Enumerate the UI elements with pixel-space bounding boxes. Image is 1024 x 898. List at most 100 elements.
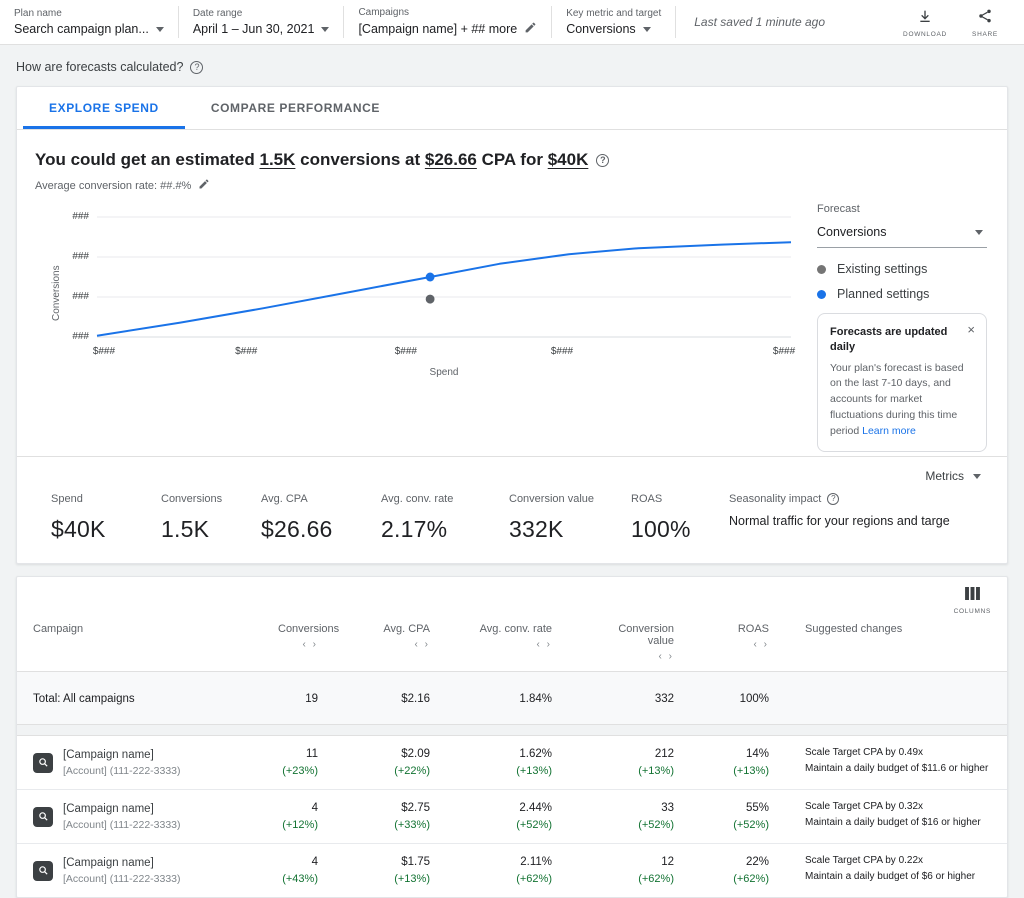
column-header-campaign: Campaign (17, 617, 262, 672)
cell-delta: (+13%) (358, 873, 430, 885)
chart-plot: ############ (97, 217, 791, 337)
cell-avg-cpa: $2.09 (358, 748, 430, 760)
legend-label: Planned settings (837, 287, 929, 301)
plan-name-field[interactable]: Plan name Search campaign plan... (14, 8, 164, 36)
y-axis-tick: ### (55, 251, 89, 262)
cell-conversions: 11 (278, 748, 318, 760)
campaigns-table: Campaign Conversions‹ › Avg. CPA‹ › Avg.… (17, 617, 1008, 897)
download-icon (917, 8, 933, 29)
divider (343, 6, 344, 38)
cell-delta: (+52%) (470, 819, 552, 831)
date-range-field[interactable]: Date range April 1 – Jun 30, 2021 (193, 8, 330, 36)
total-avg-cpa: $2.16 (401, 693, 430, 705)
divider (675, 6, 676, 38)
cell-conversions: 4 (278, 856, 318, 868)
campaigns-value: [Campaign name] + ## more (358, 22, 517, 36)
key-metric-field[interactable]: Key metric and target Conversions (566, 8, 661, 36)
metric-value: 2.17% (381, 516, 509, 543)
legend-existing-settings: Existing settings (817, 262, 987, 276)
cell-avg-conv-rate: 2.44% (470, 802, 552, 814)
column-header-avg-conv-rate[interactable]: Avg. conv. rate‹ › (454, 617, 576, 672)
x-axis-tick: $### (93, 346, 115, 357)
last-saved-text: Last saved 1 minute ago (694, 15, 825, 29)
forecast-metric-select[interactable]: Conversions (817, 222, 987, 248)
cell-conversion-value: 12 (592, 856, 674, 868)
metrics-menu-label: Metrics (925, 469, 964, 483)
cell-delta: (+62%) (592, 873, 674, 885)
campaign-name[interactable]: [Campaign name] (63, 803, 181, 815)
legend-label: Existing settings (837, 262, 927, 276)
metric-avg-cpa: Avg. CPA $26.66 (261, 493, 381, 543)
sort-icon[interactable]: ‹ › (278, 639, 318, 650)
chart-area: Conversions ############ $###$###$###$##… (33, 203, 791, 452)
metric-label: Conversions (161, 493, 261, 505)
column-header-roas[interactable]: ROAS‹ › (698, 617, 793, 672)
headline-conversions: 1.5K (260, 150, 296, 169)
metrics-menu-button[interactable]: Metrics (925, 469, 981, 483)
cell-roas: 14% (714, 748, 769, 760)
metric-conversions: Conversions 1.5K (161, 493, 261, 543)
campaigns-field[interactable]: Campaigns [Campaign name] + ## more (358, 7, 537, 37)
column-header-conversions[interactable]: Conversions‹ › (262, 617, 342, 672)
metric-label: Spend (51, 493, 161, 505)
help-icon[interactable]: ? (596, 154, 609, 167)
metric-value: $40K (51, 516, 161, 543)
tab-bar: EXPLORE SPEND COMPARE PERFORMANCE (17, 87, 1007, 130)
share-button[interactable]: SHARE (958, 6, 1012, 38)
cell-delta: (+62%) (470, 873, 552, 885)
cell-delta: (+62%) (714, 873, 769, 885)
plan-name-label: Plan name (14, 8, 164, 19)
headline-text: CPA for (477, 150, 548, 169)
account-name: [Account] (111-222-3333) (63, 819, 181, 831)
learn-more-link[interactable]: Learn more (862, 425, 916, 437)
cell-roas: 55% (714, 802, 769, 814)
search-campaign-icon[interactable] (33, 753, 53, 773)
planned-settings-point[interactable] (426, 273, 435, 282)
column-header-avg-cpa[interactable]: Avg. CPA‹ › (342, 617, 454, 672)
tab-explore-spend[interactable]: EXPLORE SPEND (23, 87, 185, 129)
topbar: Plan name Search campaign plan... Date r… (0, 0, 1024, 45)
cell-conversion-value: 212 (592, 748, 674, 760)
edit-pencil-icon[interactable] (524, 21, 537, 37)
x-axis-tick: $### (551, 346, 573, 357)
cell-delta: (+12%) (278, 819, 318, 831)
plan-name-value: Search campaign plan... (14, 22, 149, 36)
download-button[interactable]: DOWNLOAD (898, 6, 952, 38)
x-axis-tick: $### (395, 346, 417, 357)
help-icon[interactable]: ? (827, 493, 839, 505)
campaign-name[interactable]: [Campaign name] (63, 749, 181, 761)
cell-delta: (+23%) (278, 765, 318, 777)
chevron-down-icon (975, 230, 983, 235)
campaign-name[interactable]: [Campaign name] (63, 857, 181, 869)
x-axis-tick: $### (235, 346, 257, 357)
headline-text: conversions at (295, 150, 424, 169)
forecast-headline: You could get an estimated 1.5K conversi… (17, 130, 1007, 176)
search-campaign-icon[interactable] (33, 861, 53, 881)
sort-icon[interactable]: ‹ › (358, 639, 430, 650)
help-icon[interactable]: ? (190, 61, 203, 74)
sort-icon[interactable]: ‹ › (470, 639, 552, 650)
sort-icon[interactable]: ‹ › (714, 639, 769, 650)
sort-icon[interactable]: ‹ › (592, 651, 674, 662)
cell-conversions: 4 (278, 802, 318, 814)
metrics-row: Spend $40K Conversions 1.5K Avg. CPA $26… (33, 493, 991, 543)
edit-pencil-icon[interactable] (198, 178, 210, 193)
search-campaign-icon[interactable] (33, 807, 53, 827)
metric-label: ROAS (631, 493, 729, 505)
tab-compare-performance[interactable]: COMPARE PERFORMANCE (185, 87, 406, 129)
avg-conversion-rate-row: Average conversion rate: ##.#% (17, 176, 1007, 199)
cell-delta: (+13%) (592, 765, 674, 777)
headline-text: You could get an estimated (35, 150, 260, 169)
cell-delta: (+52%) (592, 819, 674, 831)
y-axis-tick: ### (55, 331, 89, 342)
columns-button[interactable]: COLUMNS (954, 587, 991, 615)
forecast-panel: Forecast Conversions Existing settings P… (791, 203, 991, 452)
close-icon[interactable]: × (967, 323, 975, 336)
total-roas: 100% (740, 693, 769, 705)
column-header-conversion-value[interactable]: Conversion value‹ › (576, 617, 698, 672)
cell-delta: (+22%) (358, 765, 430, 777)
cell-avg-cpa: $1.75 (358, 856, 430, 868)
table-row: [Campaign name] [Account] (111-222-3333)… (17, 790, 1008, 844)
existing-settings-point[interactable] (426, 295, 435, 304)
divider (178, 6, 179, 38)
